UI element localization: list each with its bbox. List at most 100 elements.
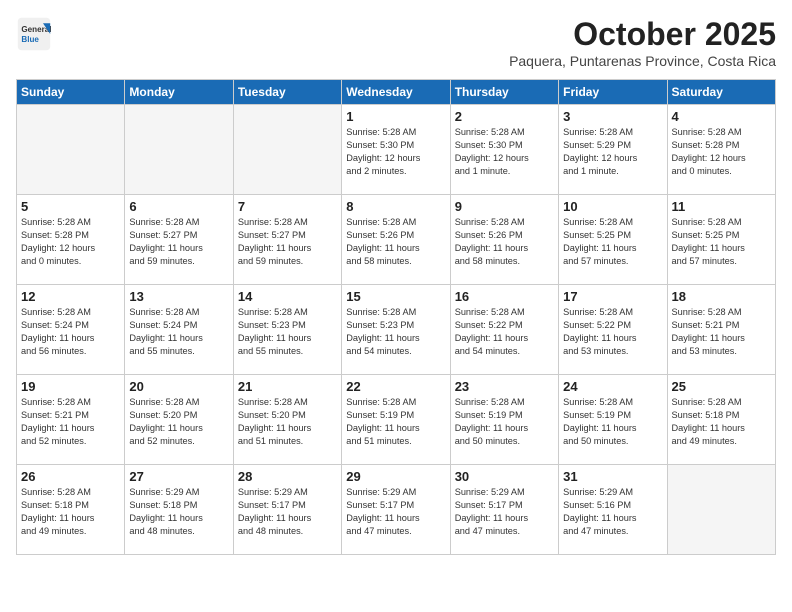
calendar-week-3: 12 Sunrise: 5:28 AM Sunset: 5:24 PM Dayli… bbox=[17, 285, 776, 375]
day-number: 21 bbox=[238, 379, 337, 394]
cell-info: Sunrise: 5:29 AM Sunset: 5:16 PM Dayligh… bbox=[563, 486, 662, 538]
day-number: 13 bbox=[129, 289, 228, 304]
calendar-cell: 10Sunrise: 5:28 AM Sunset: 5:25 PM Dayli… bbox=[559, 195, 667, 285]
calendar-cell: 19 Sunrise: 5:28 AM Sunset: 5:21 PM Dayli… bbox=[17, 375, 125, 465]
calendar-header-saturday: Saturday bbox=[667, 80, 775, 105]
cell-info: Sunrise: 5:28 AM Sunset: 5:25 PM Dayligh… bbox=[672, 216, 771, 268]
cell-info: Sunrise: 5:28 AM Sunset: 5:26 PM Dayligh… bbox=[455, 216, 554, 268]
cell-info: Sunrise: 5:28 AM Sunset: 5:20 PM Dayligh… bbox=[238, 396, 337, 448]
cell-info: Sunrise: 5:28 AM Sunset: 5:24 PM Dayligh… bbox=[21, 306, 120, 358]
cell-info: Sunrise: 5:28 AM Sunset: 5:19 PM Dayligh… bbox=[455, 396, 554, 448]
calendar-cell: 4 Sunrise: 5:28 AM Sunset: 5:28 PM Daylig… bbox=[667, 105, 775, 195]
cell-info: Sunrise: 5:28 AM Sunset: 5:22 PM Dayligh… bbox=[563, 306, 662, 358]
day-number: 24 bbox=[563, 379, 662, 394]
svg-text:Blue: Blue bbox=[21, 35, 39, 44]
cell-info: Sunrise: 5:28 AM Sunset: 5:21 PM Dayligh… bbox=[672, 306, 771, 358]
calendar-cell: 11 Sunrise: 5:28 AM Sunset: 5:25 PM Dayli… bbox=[667, 195, 775, 285]
calendar-header-wednesday: Wednesday bbox=[342, 80, 450, 105]
cell-info: Sunrise: 5:28 AM Sunset: 5:22 PM Dayligh… bbox=[455, 306, 554, 358]
calendar-header-sunday: Sunday bbox=[17, 80, 125, 105]
calendar-cell bbox=[17, 105, 125, 195]
cell-info: Sunrise: 5:28 AM Sunset: 5:30 PM Dayligh… bbox=[346, 126, 445, 178]
day-number: 29 bbox=[346, 469, 445, 484]
day-number: 28 bbox=[238, 469, 337, 484]
cell-info: Sunrise: 5:28 AM Sunset: 5:23 PM Dayligh… bbox=[346, 306, 445, 358]
calendar-cell: 1 Sunrise: 5:28 AM Sunset: 5:30 PM Daylig… bbox=[342, 105, 450, 195]
day-number: 23 bbox=[455, 379, 554, 394]
cell-info: Sunrise: 5:28 AM Sunset: 5:20 PM Dayligh… bbox=[129, 396, 228, 448]
cell-info: Sunrise: 5:29 AM Sunset: 5:17 PM Dayligh… bbox=[238, 486, 337, 538]
day-number: 5 bbox=[21, 199, 120, 214]
day-number: 11 bbox=[672, 199, 771, 214]
day-number: 15 bbox=[346, 289, 445, 304]
cell-info: Sunrise: 5:28 AM Sunset: 5:18 PM Dayligh… bbox=[21, 486, 120, 538]
calendar-cell: 6 Sunrise: 5:28 AM Sunset: 5:27 PM Daylig… bbox=[125, 195, 233, 285]
calendar-cell: 18 Sunrise: 5:28 AM Sunset: 5:21 PM Dayli… bbox=[667, 285, 775, 375]
location-title: Paquera, Puntarenas Province, Costa Rica bbox=[509, 53, 776, 69]
calendar-week-2: 5 Sunrise: 5:28 AM Sunset: 5:28 PM Daylig… bbox=[17, 195, 776, 285]
calendar-cell: 17 Sunrise: 5:28 AM Sunset: 5:22 PM Dayli… bbox=[559, 285, 667, 375]
cell-info: Sunrise: 5:29 AM Sunset: 5:17 PM Dayligh… bbox=[346, 486, 445, 538]
day-number: 1 bbox=[346, 109, 445, 124]
cell-info: Sunrise: 5:28 AM Sunset: 5:21 PM Dayligh… bbox=[21, 396, 120, 448]
calendar-cell: 2 Sunrise: 5:28 AM Sunset: 5:30 PM Daylig… bbox=[450, 105, 558, 195]
calendar-table: SundayMondayTuesdayWednesdayThursdayFrid… bbox=[16, 79, 776, 555]
calendar-cell: 5 Sunrise: 5:28 AM Sunset: 5:28 PM Daylig… bbox=[17, 195, 125, 285]
calendar-cell: 26Sunrise: 5:28 AM Sunset: 5:18 PM Dayli… bbox=[17, 465, 125, 555]
calendar-cell: 8 Sunrise: 5:28 AM Sunset: 5:26 PM Daylig… bbox=[342, 195, 450, 285]
cell-info: Sunrise: 5:28 AM Sunset: 5:19 PM Dayligh… bbox=[346, 396, 445, 448]
day-number: 2 bbox=[455, 109, 554, 124]
day-number: 27 bbox=[129, 469, 228, 484]
cell-info: Sunrise: 5:28 AM Sunset: 5:24 PM Dayligh… bbox=[129, 306, 228, 358]
cell-info: Sunrise: 5:28 AM Sunset: 5:28 PM Dayligh… bbox=[21, 216, 120, 268]
calendar-cell: 30 Sunrise: 5:29 AM Sunset: 5:17 PM Dayli… bbox=[450, 465, 558, 555]
day-number: 3 bbox=[563, 109, 662, 124]
logo: General Blue bbox=[16, 16, 56, 52]
calendar-header-tuesday: Tuesday bbox=[233, 80, 341, 105]
logo-icon: General Blue bbox=[16, 16, 52, 52]
cell-info: Sunrise: 5:28 AM Sunset: 5:18 PM Dayligh… bbox=[672, 396, 771, 448]
cell-info: Sunrise: 5:28 AM Sunset: 5:19 PM Dayligh… bbox=[563, 396, 662, 448]
calendar-cell: 21 Sunrise: 5:28 AM Sunset: 5:20 PM Dayli… bbox=[233, 375, 341, 465]
cell-info: Sunrise: 5:29 AM Sunset: 5:17 PM Dayligh… bbox=[455, 486, 554, 538]
calendar-cell bbox=[125, 105, 233, 195]
calendar-cell: 23 Sunrise: 5:28 AM Sunset: 5:19 PM Dayli… bbox=[450, 375, 558, 465]
day-number: 31 bbox=[563, 469, 662, 484]
day-number: 20 bbox=[129, 379, 228, 394]
calendar-header-thursday: Thursday bbox=[450, 80, 558, 105]
cell-info: Sunrise: 5:28 AM Sunset: 5:27 PM Dayligh… bbox=[238, 216, 337, 268]
calendar-cell: 15 Sunrise: 5:28 AM Sunset: 5:23 PM Dayli… bbox=[342, 285, 450, 375]
day-number: 17 bbox=[563, 289, 662, 304]
day-number: 6 bbox=[129, 199, 228, 214]
title-area: October 2025 Paquera, Puntarenas Provinc… bbox=[509, 16, 776, 69]
calendar-cell: 3Sunrise: 5:28 AM Sunset: 5:29 PM Daylig… bbox=[559, 105, 667, 195]
cell-info: Sunrise: 5:29 AM Sunset: 5:18 PM Dayligh… bbox=[129, 486, 228, 538]
day-number: 9 bbox=[455, 199, 554, 214]
day-number: 25 bbox=[672, 379, 771, 394]
day-number: 7 bbox=[238, 199, 337, 214]
cell-info: Sunrise: 5:28 AM Sunset: 5:23 PM Dayligh… bbox=[238, 306, 337, 358]
calendar-cell: 12 Sunrise: 5:28 AM Sunset: 5:24 PM Dayli… bbox=[17, 285, 125, 375]
calendar-week-1: 1 Sunrise: 5:28 AM Sunset: 5:30 PM Daylig… bbox=[17, 105, 776, 195]
day-number: 18 bbox=[672, 289, 771, 304]
calendar-cell: 20 Sunrise: 5:28 AM Sunset: 5:20 PM Dayli… bbox=[125, 375, 233, 465]
cell-info: Sunrise: 5:28 AM Sunset: 5:28 PM Dayligh… bbox=[672, 126, 771, 178]
cell-info: Sunrise: 5:28 AM Sunset: 5:27 PM Dayligh… bbox=[129, 216, 228, 268]
calendar-cell: 31 Sunrise: 5:29 AM Sunset: 5:16 PM Dayli… bbox=[559, 465, 667, 555]
calendar-header-friday: Friday bbox=[559, 80, 667, 105]
calendar-week-5: 26Sunrise: 5:28 AM Sunset: 5:18 PM Dayli… bbox=[17, 465, 776, 555]
month-title: October 2025 bbox=[509, 16, 776, 53]
day-number: 19 bbox=[21, 379, 120, 394]
day-number: 8 bbox=[346, 199, 445, 214]
calendar-cell: 22 Sunrise: 5:28 AM Sunset: 5:19 PM Dayli… bbox=[342, 375, 450, 465]
calendar-cell: 13 Sunrise: 5:28 AM Sunset: 5:24 PM Dayli… bbox=[125, 285, 233, 375]
day-number: 30 bbox=[455, 469, 554, 484]
day-number: 12 bbox=[21, 289, 120, 304]
cell-info: Sunrise: 5:28 AM Sunset: 5:26 PM Dayligh… bbox=[346, 216, 445, 268]
day-number: 22 bbox=[346, 379, 445, 394]
day-number: 16 bbox=[455, 289, 554, 304]
cell-info: Sunrise: 5:28 AM Sunset: 5:30 PM Dayligh… bbox=[455, 126, 554, 178]
calendar-week-4: 19 Sunrise: 5:28 AM Sunset: 5:21 PM Dayli… bbox=[17, 375, 776, 465]
calendar-cell: 24 Sunrise: 5:28 AM Sunset: 5:19 PM Dayli… bbox=[559, 375, 667, 465]
day-number: 4 bbox=[672, 109, 771, 124]
